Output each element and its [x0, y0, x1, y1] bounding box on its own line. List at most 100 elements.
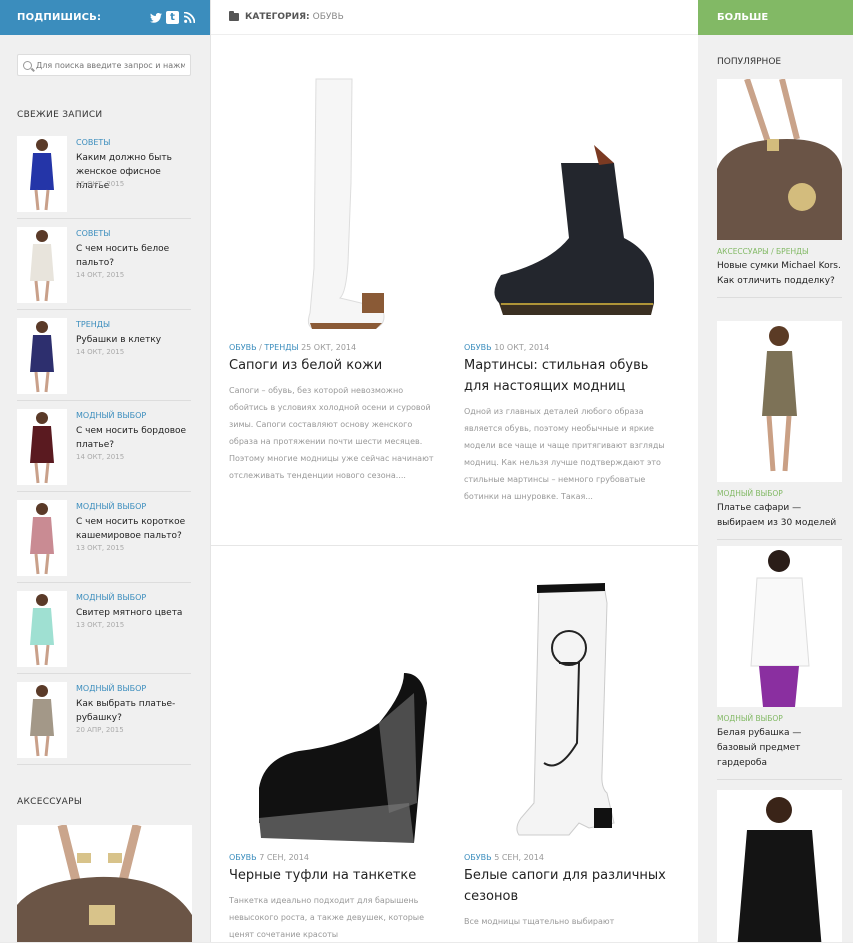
recent-post-date: 14 окт, 2015	[76, 271, 125, 279]
post-excerpt: Одной из главных деталей любого образа я…	[464, 407, 665, 501]
recent-post-item[interactable]: Модный выбор С чем носить короткое кашеми…	[17, 492, 191, 583]
recent-post-title[interactable]: С чем носить короткое кашемировое пальто…	[76, 515, 196, 543]
post-date: 7 сен, 2014	[259, 853, 309, 862]
subscribe-bar: ПОДПИШИСЬ: t	[0, 0, 210, 35]
post-excerpt: Сапоги – обувь, без которой невозможно о…	[229, 386, 434, 480]
category-link[interactable]: Обувь	[229, 343, 257, 352]
recent-post-date: 20 апр, 2015	[76, 726, 124, 734]
popular-title-link[interactable]: Новые сумки Michael Kors. Как отличить п…	[717, 259, 842, 289]
category-value: Обувь	[312, 12, 344, 22]
category-label: Категория:	[245, 12, 310, 22]
twitter-icon[interactable]	[149, 11, 162, 24]
recent-post-item[interactable]: Советы С чем носить белое пальто? 14 окт, …	[17, 219, 191, 310]
category-header: Категория: Обувь	[211, 0, 698, 35]
recent-post-item[interactable]: Модный выбор Свитер мятного цвета 13 окт, …	[17, 583, 191, 674]
popular-image-black-coat[interactable]	[717, 790, 842, 942]
recent-post-item[interactable]: Тренды Рубашки в клетку 14 окт, 2015	[17, 310, 191, 401]
recent-post-category[interactable]: Модный выбор	[76, 684, 146, 693]
recent-post-date: 13 окт, 2015	[76, 544, 125, 552]
post-excerpt: Танкетка идеально подходит для барышень …	[229, 896, 425, 939]
search-icon	[23, 60, 32, 70]
popular-category[interactable]: Аксессуары / Бренды	[717, 247, 842, 256]
divider	[717, 297, 842, 298]
accessories-title: Аксессуары	[17, 797, 83, 807]
post-date: 25 окт, 2014	[301, 343, 357, 352]
post-title[interactable]: Белые сапоги для различных сезонов	[464, 865, 674, 907]
recent-post-item[interactable]: Модный выбор Как выбрать платье-рубашку? 2…	[17, 674, 191, 765]
recent-post-date: 13 окт, 2015	[76, 621, 125, 629]
recent-post-thumbnail[interactable]	[17, 227, 67, 303]
popular-title-link[interactable]: Платье сафари — выбираем из 30 моделей	[717, 501, 842, 531]
post-image-rain-boots[interactable]	[464, 558, 674, 843]
post-date: 10 окт, 2014	[494, 343, 550, 352]
post-title[interactable]: Сапоги из белой кожи	[229, 355, 439, 376]
post-image-martins[interactable]	[464, 48, 674, 333]
popular-item: Аксессуары / Бренды Новые сумки Michael …	[717, 79, 842, 298]
social-links: t	[149, 11, 196, 24]
recent-post-title[interactable]: С чем носить бордовое платье?	[76, 424, 196, 452]
recent-posts-title: Свежие записи	[17, 110, 103, 120]
post-excerpt: Все модницы тщательно выбирают	[464, 917, 615, 926]
accessories-image[interactable]	[17, 825, 192, 942]
category-link[interactable]: Обувь	[464, 853, 492, 862]
recent-post-title[interactable]: Рубашки в клетку	[76, 333, 196, 347]
recent-post-title[interactable]: Свитер мятного цвета	[76, 606, 196, 620]
post-meta: Обувь 10 окт, 2014	[464, 343, 674, 352]
recent-post-thumbnail[interactable]	[17, 682, 67, 758]
recent-post-thumbnail[interactable]	[17, 591, 67, 667]
popular-image-safari-dress[interactable]	[717, 321, 842, 482]
category-link[interactable]: Обувь	[229, 853, 257, 862]
divider	[717, 779, 842, 780]
post-meta: Обувь 7 сен, 2014	[229, 853, 439, 862]
recent-post-category[interactable]: Модный выбор	[76, 411, 146, 420]
category-link[interactable]: Тренды	[264, 343, 298, 352]
main-content: Категория: Обувь Обувь / Тренды 25 окт, …	[211, 0, 698, 942]
search-input[interactable]	[36, 60, 185, 70]
post-title[interactable]: Мартинсы: стильная обувь для настоящих м…	[464, 355, 674, 397]
popular-category[interactable]: Модный выбор	[717, 714, 842, 723]
recent-posts-list: Советы Каким должно быть женское офисное …	[0, 128, 210, 765]
recent-post-item[interactable]: Советы Каким должно быть женское офисное …	[17, 128, 191, 219]
recent-post-title[interactable]: С чем носить белое пальто?	[76, 242, 196, 270]
popular-image-white-shirt[interactable]	[717, 546, 842, 707]
post-title[interactable]: Черные туфли на танкетке	[229, 865, 439, 886]
recent-post-thumbnail[interactable]	[17, 318, 67, 394]
rss-icon[interactable]	[183, 11, 196, 24]
recent-post-thumbnail[interactable]	[17, 500, 67, 576]
post-image-white-boots[interactable]	[229, 48, 439, 333]
post-meta: Обувь / Тренды 25 окт, 2014	[229, 343, 357, 352]
popular-image-bag[interactable]	[717, 79, 842, 240]
tumblr-icon[interactable]: t	[166, 11, 179, 24]
post-meta: Обувь 5 сен, 2014	[464, 853, 674, 862]
recent-post-thumbnail[interactable]	[17, 409, 67, 485]
recent-post-category[interactable]: Советы	[76, 229, 110, 238]
popular-item: Модный выбор Белая рубашка — базовый пре…	[717, 546, 842, 780]
folder-icon	[229, 11, 239, 21]
recent-post-date: 14 окт, 2015	[76, 348, 125, 356]
row-divider	[211, 545, 698, 546]
post-card: Обувь 5 сен, 2014 Белые сапоги для разли…	[464, 558, 674, 930]
post-image-wedges[interactable]	[229, 558, 439, 843]
popular-item: Модный выбор Платье сафари — выбираем из…	[717, 321, 842, 540]
subscribe-label: ПОДПИШИСЬ:	[17, 12, 102, 23]
recent-post-category[interactable]: Советы	[76, 138, 110, 147]
more-bar[interactable]: БОЛЬШЕ	[698, 0, 853, 35]
recent-post-category[interactable]: Модный выбор	[76, 502, 146, 511]
recent-post-title[interactable]: Как выбрать платье-рубашку?	[76, 697, 196, 725]
left-sidebar: ПОДПИШИСЬ: t Свежие записи СоветыКаким д…	[0, 0, 211, 942]
post-card: Обувь 10 окт, 2014 Мартинсы: стильная об…	[464, 48, 674, 505]
recent-post-category[interactable]: Модный выбор	[76, 593, 146, 602]
recent-post-category[interactable]: Тренды	[76, 320, 110, 329]
recent-post-thumbnail[interactable]	[17, 136, 67, 212]
category-link[interactable]: Обувь	[464, 343, 492, 352]
recent-post-date: 15 окт, 2015	[76, 180, 125, 188]
recent-post-item[interactable]: Модный выбор С чем носить бордовое платье…	[17, 401, 191, 492]
popular-title-link[interactable]: Белая рубашка — базовый предмет гардероб…	[717, 726, 842, 771]
right-sidebar: БОЛЬШЕ Популярное Аксессуары / Бренды Но…	[698, 0, 853, 942]
popular-item	[717, 790, 842, 942]
post-card: Обувь / Тренды 25 окт, 2014 Сапоги из бе…	[229, 48, 439, 484]
popular-category[interactable]: Модный выбор	[717, 489, 842, 498]
post-card: Обувь 7 сен, 2014 Черные туфли на танкет…	[229, 558, 439, 943]
search-box[interactable]	[17, 54, 191, 76]
divider	[717, 539, 842, 540]
